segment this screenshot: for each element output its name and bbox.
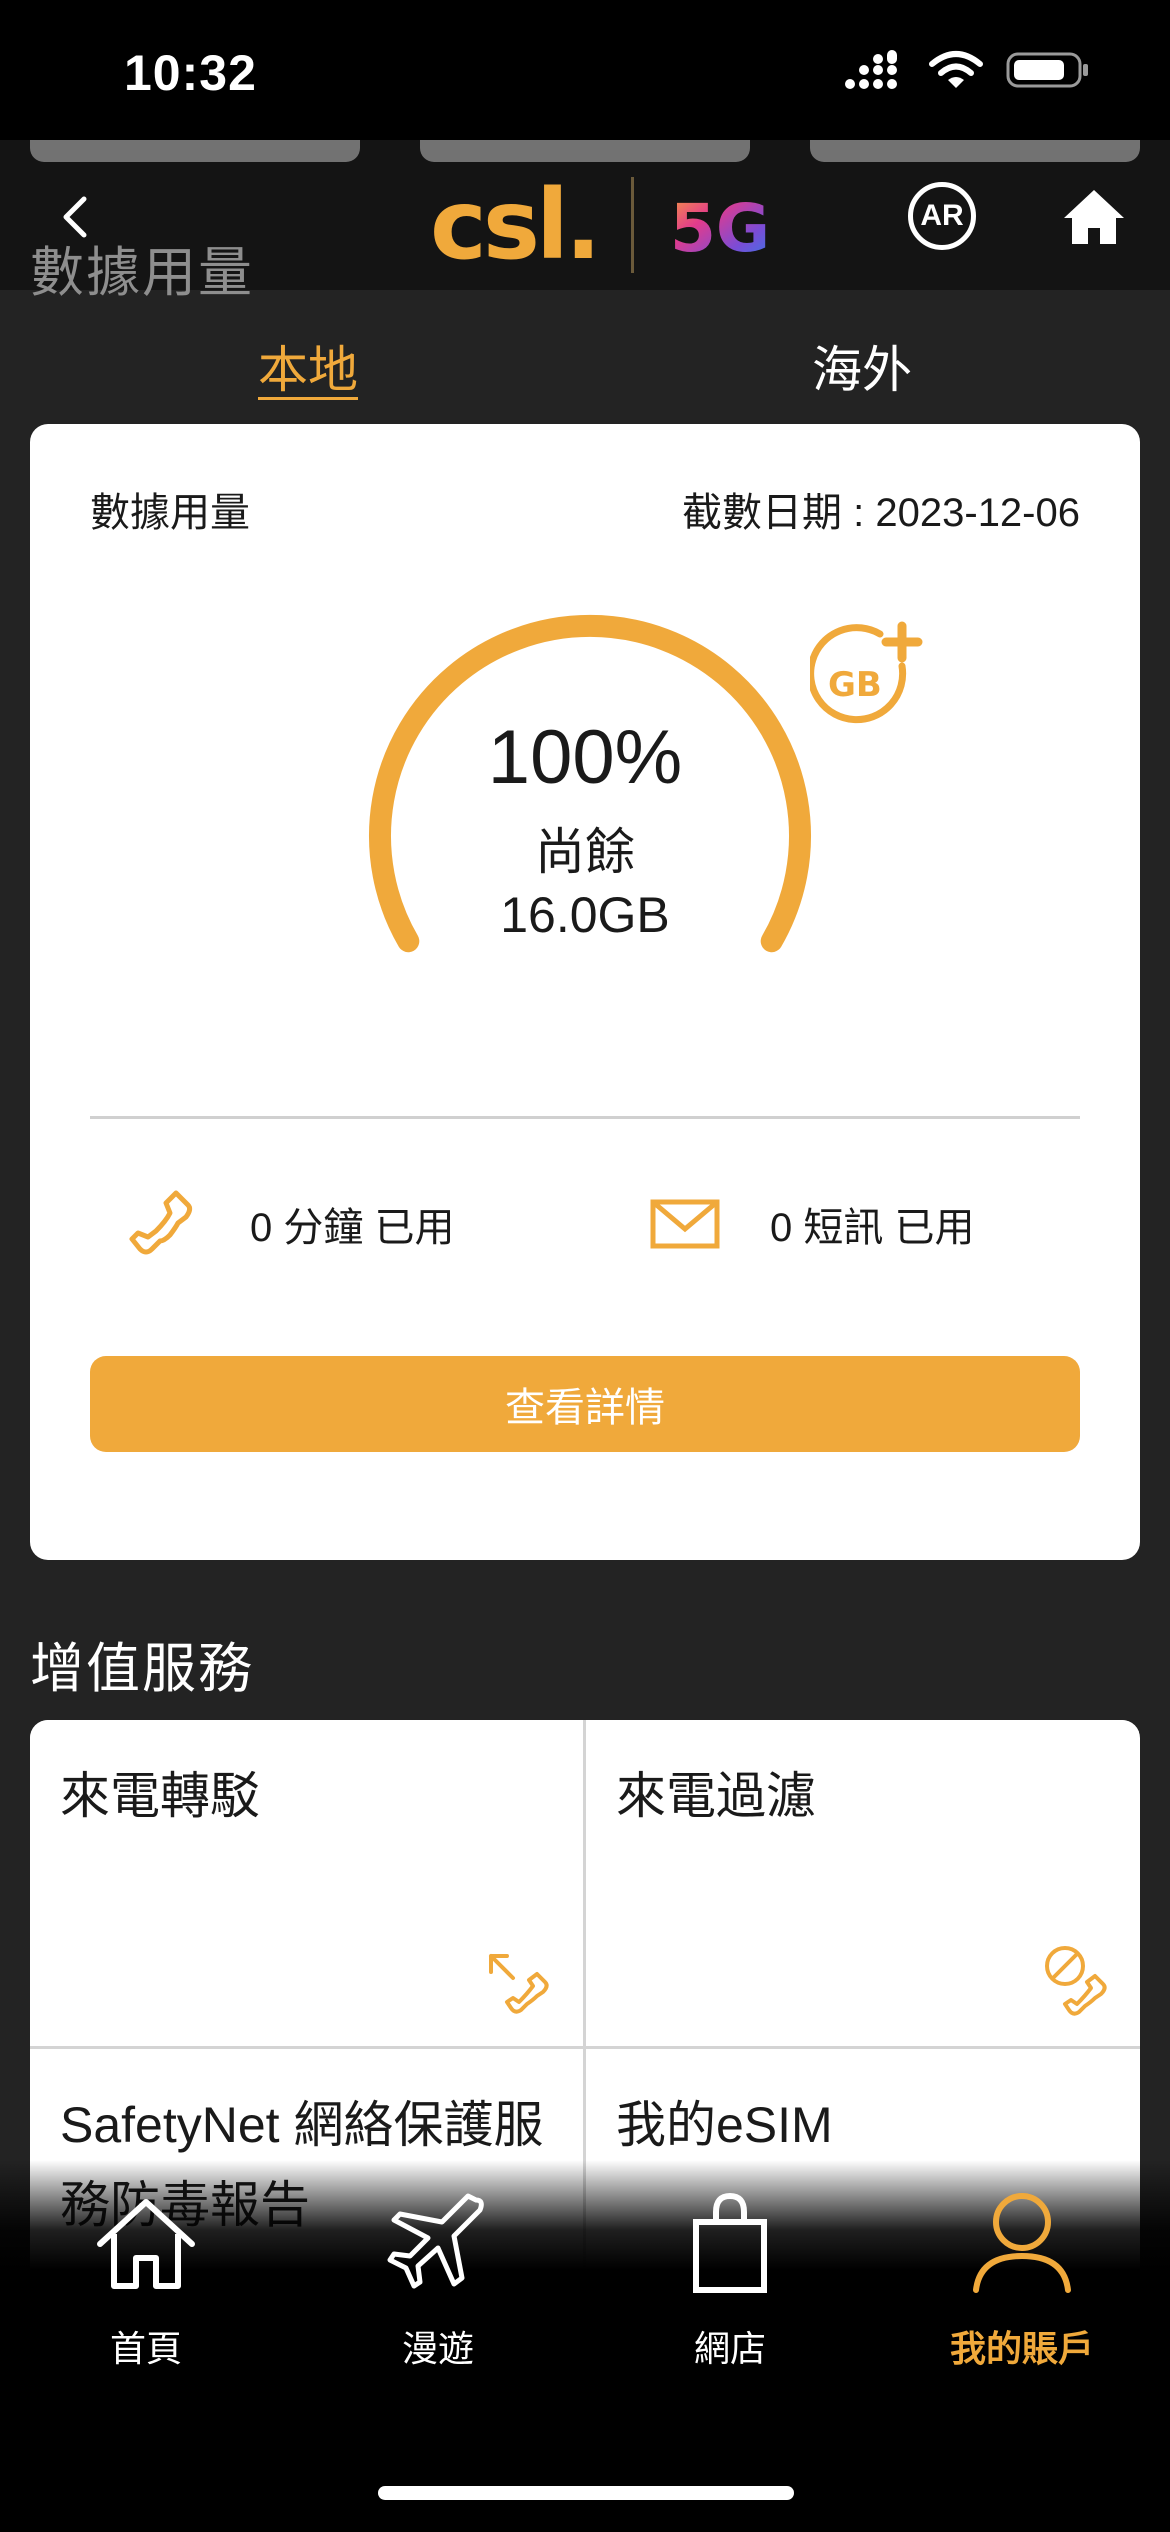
sms-usage: 0 短訊 已用 — [650, 1184, 974, 1264]
remaining-percent: 100% — [487, 715, 683, 800]
call-forward-icon — [489, 1954, 549, 2014]
logo-text: csl. — [430, 169, 601, 281]
card-stub — [810, 140, 1140, 162]
vas-call-filter[interactable]: 來電過濾 — [586, 1720, 1139, 2046]
airplane-icon — [387, 2193, 484, 2289]
wifi-icon — [929, 51, 983, 88]
nav-label: 網店 — [693, 2328, 766, 2369]
status-bar: 10:32 — [0, 0, 1170, 140]
home-icon — [1064, 190, 1124, 244]
shopping-bag-icon — [693, 2192, 767, 2293]
home-icon — [97, 2199, 195, 2289]
nav-label: 我的賬戶 — [949, 2328, 1094, 2369]
logo-divider — [631, 177, 635, 273]
minutes-usage: 0 分鐘 已用 — [126, 1184, 454, 1264]
ar-label: AR — [920, 199, 964, 232]
add-data-icon[interactable]: GB — [810, 620, 928, 738]
cutoff-date: 截數日期 : 2023-12-06 — [682, 491, 1080, 535]
card-divider — [90, 1116, 1080, 1119]
bottom-nav: 首頁 漫遊 網店 我的賬戶 — [0, 2160, 1170, 2532]
remaining-label: 尚餘 — [535, 824, 635, 880]
nav-label: 漫遊 — [401, 2328, 474, 2369]
tab-overseas[interactable]: 海外 — [712, 330, 1012, 402]
view-details-button[interactable]: 查看詳情 — [90, 1356, 1080, 1452]
vas-label: 來電過濾 — [616, 1768, 816, 1824]
signal-icon — [845, 50, 897, 89]
logo-5g-text: 5G — [670, 190, 768, 265]
phone-icon — [129, 1190, 193, 1255]
user-icon — [973, 2193, 1071, 2293]
remaining-amount: 16.0GB — [500, 887, 670, 943]
gb-add-text: GB — [828, 665, 882, 705]
sms-used-text: 0 短訊 已用 — [770, 1206, 975, 1250]
usage-heading: 數據用量 — [90, 491, 250, 535]
stacked-cards-hint — [0, 140, 1170, 162]
data-usage-card: 數據用量 截數日期 : 2023-12-06 100% 尚餘 16.0GB GB… — [30, 424, 1140, 1560]
logo-5g-icon: 5G — [670, 190, 768, 265]
ar-button[interactable]: AR — [908, 182, 976, 250]
tab-local[interactable]: 本地 — [158, 330, 458, 402]
minutes-used-text: 0 分鐘 已用 — [250, 1206, 455, 1250]
home-indicator — [378, 2486, 794, 2500]
home-button[interactable] — [1060, 184, 1128, 252]
status-time: 10:32 — [124, 45, 257, 101]
grid-divider-horizontal — [30, 2046, 1140, 2049]
vas-title: 增值服務 — [30, 1639, 254, 1699]
card-stub — [30, 140, 360, 162]
region-tabs: 本地 海外 — [0, 290, 1170, 420]
vas-label: 我的eSIM — [616, 2097, 833, 2153]
vas-label: 來電轉駁 — [60, 1768, 260, 1824]
vas-call-forwarding[interactable]: 來電轉駁 — [30, 1720, 583, 2046]
app-header: 數據用量 csl. 5G AR — [0, 140, 1170, 303]
call-block-icon — [1045, 1946, 1107, 2016]
card-stub — [420, 140, 750, 162]
status-icons — [844, 50, 1090, 90]
battery-icon — [1006, 52, 1088, 88]
nav-home[interactable]: 首頁 — [0, 2182, 292, 2402]
nav-shop[interactable]: 網店 — [584, 2182, 876, 2402]
envelope-icon — [650, 1199, 720, 1249]
csl-logo: csl. 5G — [430, 170, 768, 280]
nav-label: 首頁 — [109, 2328, 182, 2369]
nav-roaming[interactable]: 漫遊 — [292, 2182, 584, 2402]
nav-my-account[interactable]: 我的賬戶 — [876, 2182, 1168, 2402]
